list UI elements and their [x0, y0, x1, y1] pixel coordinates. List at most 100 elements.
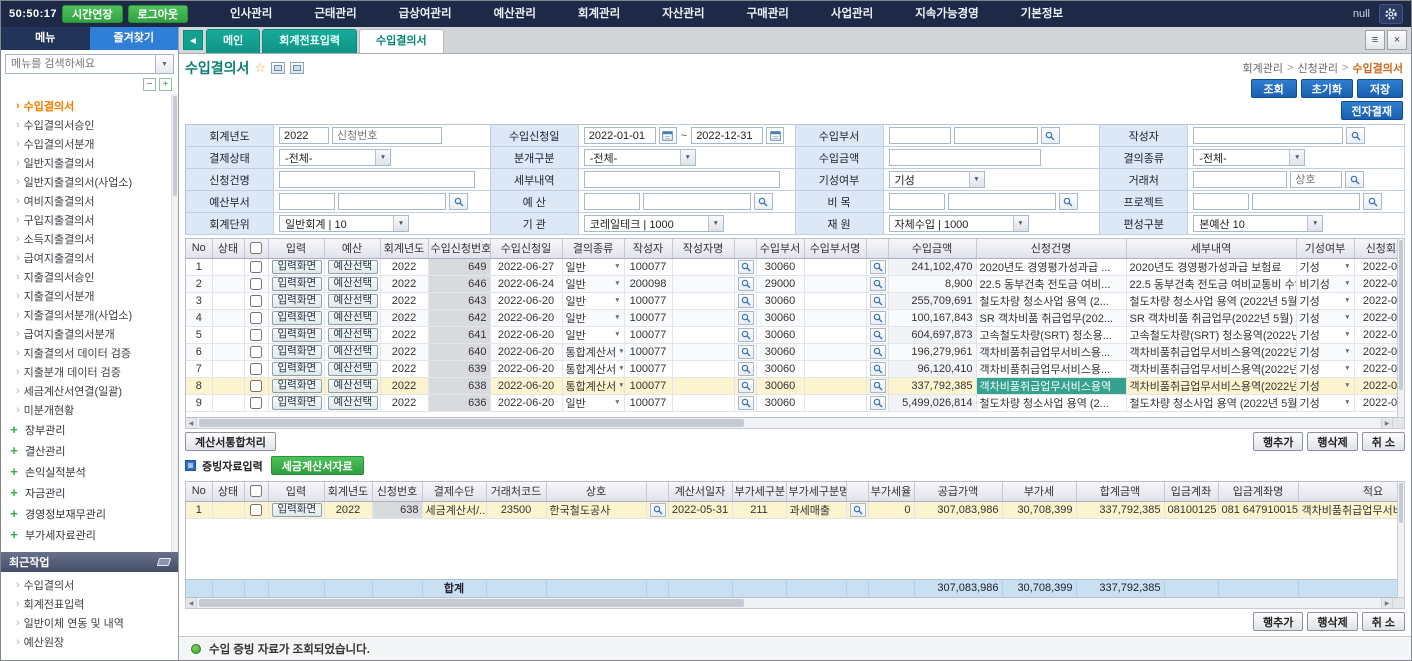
cell-select[interactable]: 일반▼: [566, 276, 621, 292]
sidebar-group[interactable]: +결산관리: [7, 440, 170, 461]
search-lens-button[interactable]: [754, 193, 773, 210]
search-lens-button[interactable]: [738, 396, 754, 410]
breadcrumb-item[interactable]: 회계관리: [1243, 60, 1283, 76]
table-row[interactable]: 3입력화면예산선택20226432022-06-20일반▼10007730060…: [186, 292, 1397, 309]
grid1-vscroll[interactable]: [1397, 238, 1405, 418]
open-tab[interactable]: 메인: [206, 29, 260, 53]
reset-button[interactable]: 초기화: [1301, 79, 1353, 98]
form-input[interactable]: [584, 171, 780, 188]
sidebar-item[interactable]: ›지출결의서분개: [7, 286, 170, 305]
tab-close-icon[interactable]: ×: [1387, 30, 1407, 50]
cell-select[interactable]: 일반▼: [566, 310, 621, 326]
search-lens-button[interactable]: [870, 311, 886, 325]
form-input[interactable]: [889, 127, 951, 144]
table-row[interactable]: 8입력화면예산선택20226382022-06-20통합계산서▼10007730…: [186, 377, 1397, 394]
recent-item[interactable]: ›예산원장: [7, 632, 178, 651]
row-checkbox[interactable]: [250, 329, 262, 341]
sidebar-group[interactable]: +손익실적분석: [7, 461, 170, 482]
row-checkbox[interactable]: [250, 278, 262, 290]
table-row[interactable]: 7입력화면예산선택20226392022-06-20통합계산서▼10007730…: [186, 360, 1397, 377]
recent-item[interactable]: ›일반이체 연동 및 내역: [7, 613, 178, 632]
scroll-right-icon[interactable]: ▶: [1381, 598, 1392, 608]
search-lens-button[interactable]: [738, 260, 754, 274]
extend-time-button[interactable]: 시간연장: [62, 5, 122, 23]
budget-select-button[interactable]: 예산선택: [328, 396, 379, 410]
open-entry-button[interactable]: 입력화면: [272, 503, 323, 517]
scrollbar-thumb[interactable]: [199, 419, 744, 427]
form-input[interactable]: [1193, 171, 1287, 188]
popup-window-icon[interactable]: [271, 62, 285, 74]
electronic-approval-button[interactable]: 전자결재: [1341, 101, 1403, 120]
search-lens-button[interactable]: [738, 379, 754, 393]
sidebar-item[interactable]: ›일반지출결의서: [7, 153, 170, 172]
search-lens-button[interactable]: [1041, 127, 1060, 144]
settings-gear-icon[interactable]: [1379, 4, 1403, 24]
sidebar-item[interactable]: ›세금계산서연결(일괄): [7, 381, 170, 400]
search-lens-button[interactable]: [1059, 193, 1078, 210]
sidebar-item[interactable]: ›급여지출결의서: [7, 248, 170, 267]
collapse-all-button[interactable]: −: [143, 78, 156, 91]
search-lens-button[interactable]: [738, 362, 754, 376]
logout-button[interactable]: 로그아웃: [128, 5, 188, 23]
form-input[interactable]: [279, 171, 475, 188]
form-input[interactable]: [279, 127, 329, 144]
search-lens-button[interactable]: [650, 503, 666, 517]
recent-item[interactable]: ›수입결의서: [7, 575, 178, 594]
table-row[interactable]: 1입력화면2022638세금계산서/...23500한국철도공사2022-05-…: [186, 501, 1397, 518]
row-checkbox[interactable]: [250, 312, 262, 324]
cell-select[interactable]: 통합계산서▼: [566, 378, 621, 394]
grid1-hscroll[interactable]: ◀ ▶: [185, 418, 1405, 429]
open-entry-button[interactable]: 입력화면: [272, 260, 323, 274]
sidebar-item[interactable]: ›지출분개 데이터 검증: [7, 362, 170, 381]
sidebar-group[interactable]: +부가세자료관리: [7, 524, 170, 545]
top-menu-item[interactable]: 예산관리: [473, 1, 557, 27]
row-checkbox[interactable]: [250, 363, 262, 375]
grid2-delete-row-button[interactable]: 행삭제: [1307, 612, 1357, 631]
open-entry-button[interactable]: 입력화면: [272, 396, 323, 410]
grid2-hscroll[interactable]: ◀ ▶: [185, 598, 1405, 609]
search-lens-button[interactable]: [738, 311, 754, 325]
menu-search-input[interactable]: [5, 54, 156, 74]
form-select[interactable]: -전체-▼: [584, 149, 696, 166]
grid1-delete-row-button[interactable]: 행삭제: [1307, 432, 1357, 451]
breadcrumb-item[interactable]: 신청관리: [1297, 60, 1337, 76]
form-input[interactable]: [1193, 127, 1343, 144]
top-menu-item[interactable]: 회계관리: [557, 1, 641, 27]
sidebar-item[interactable]: ›수입결의서: [7, 96, 170, 115]
budget-select-button[interactable]: 예산선택: [328, 260, 379, 274]
search-lens-button[interactable]: [1345, 171, 1364, 188]
sidebar-scrollbar[interactable]: [171, 94, 178, 552]
form-input[interactable]: [691, 127, 763, 144]
sidebar-group[interactable]: +자금관리: [7, 482, 170, 503]
top-menu-item[interactable]: 급상여관리: [378, 1, 473, 27]
sidebar-item[interactable]: ›미분개현황: [7, 400, 170, 419]
search-lens-button[interactable]: [738, 345, 754, 359]
cell-select[interactable]: 기성▼: [1300, 344, 1351, 360]
form-select[interactable]: -전체-▼: [279, 149, 391, 166]
grid2-vscroll[interactable]: [1397, 481, 1405, 598]
budget-select-button[interactable]: 예산선택: [328, 362, 379, 376]
cell-select[interactable]: 통합계산서▼: [566, 344, 621, 360]
search-lens-button[interactable]: [738, 277, 754, 291]
sidebar-item[interactable]: ›여비지출결의서: [7, 191, 170, 210]
form-input[interactable]: [948, 193, 1056, 210]
select-all-checkbox[interactable]: [250, 242, 262, 254]
cell-select[interactable]: 비기성▼: [1300, 276, 1351, 292]
row-checkbox[interactable]: [250, 295, 262, 307]
form-input[interactable]: [643, 193, 751, 210]
form-input[interactable]: [954, 127, 1038, 144]
sidebar-group[interactable]: +장부관리: [7, 419, 170, 440]
favorite-star-icon[interactable]: ☆: [254, 60, 266, 76]
sidebar-item[interactable]: ›지출결의서분개(사업소): [7, 305, 170, 324]
form-select[interactable]: 일반회계 | 10▼: [279, 215, 409, 232]
form-select[interactable]: 본예산 10▼: [1193, 215, 1323, 232]
form-input[interactable]: [889, 149, 1041, 166]
sidebar-item[interactable]: ›급여지출결의서분개: [7, 324, 170, 343]
form-input[interactable]: [889, 193, 945, 210]
cell-select[interactable]: 기성▼: [1300, 310, 1351, 326]
sidebar-group[interactable]: +경영정보재무관리: [7, 503, 170, 524]
table-row[interactable]: 2입력화면예산선택20226462022-06-24일반▼20009829000…: [186, 275, 1397, 292]
search-lens-button[interactable]: [870, 260, 886, 274]
scrollbar-thumb[interactable]: [199, 599, 744, 607]
budget-select-button[interactable]: 예산선택: [328, 277, 379, 291]
